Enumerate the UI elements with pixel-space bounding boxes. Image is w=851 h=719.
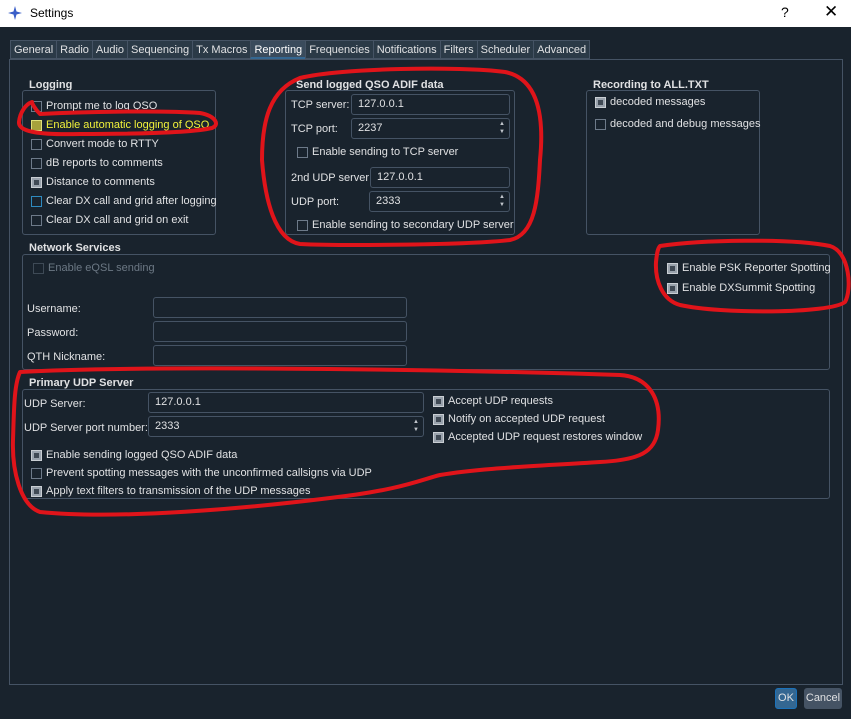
clear-on-exit-checkbox[interactable]: Clear DX call and grid on exit (31, 214, 188, 226)
tab-tx-macros[interactable]: Tx Macros (192, 40, 251, 59)
tab-filters[interactable]: Filters (439, 40, 477, 59)
db-comments-checkbox[interactable]: dB reports to comments (31, 157, 163, 169)
recording-group (586, 90, 760, 235)
tab-sequencing[interactable]: Sequencing (127, 40, 193, 59)
tab-radio[interactable]: Radio (56, 40, 92, 59)
password-label: Password: (27, 327, 79, 339)
primary-udp-title: Primary UDP Server (29, 377, 134, 389)
udp2-server-label: 2nd UDP server (291, 172, 370, 184)
enable-tcp-checkbox[interactable]: Enable sending to TCP server (297, 146, 458, 158)
notify-udp-checkbox[interactable]: Notify on accepted UDP request (433, 413, 605, 425)
tab-reporting[interactable]: Reporting (250, 40, 306, 59)
title-bar: Settings ? ✕ (0, 0, 851, 27)
tcp-port-label: TCP port: (291, 123, 338, 135)
tcp-server-input[interactable]: 127.0.0.1 (351, 94, 510, 115)
app-icon (8, 6, 22, 20)
dxsummit-checkbox[interactable]: Enable DXSummit Spotting (667, 282, 815, 294)
enable-udp2-checkbox[interactable]: Enable sending to secondary UDP server (297, 219, 514, 231)
tab-audio[interactable]: Audio (91, 40, 128, 59)
help-button[interactable]: ? (781, 4, 789, 20)
ok-button[interactable]: OK (775, 688, 797, 709)
prevent-spotting-checkbox[interactable]: Prevent spotting messages with the uncon… (31, 467, 372, 479)
clear-after-log-checkbox[interactable]: Clear DX call and grid after logging (31, 195, 217, 207)
eqsl-checkbox[interactable]: Enable eQSL sending (33, 262, 155, 274)
tab-scheduler[interactable]: Scheduler (476, 40, 534, 59)
tab-notifications[interactable]: Notifications (372, 40, 440, 59)
decoded-debug-checkbox[interactable]: decoded and debug messages (595, 118, 760, 130)
tcp-port-spinner[interactable]: ▲ ▼ (496, 120, 508, 137)
udp-server-port-spinner[interactable]: ▲ ▼ (410, 418, 422, 435)
accept-udp-checkbox[interactable]: Accept UDP requests (433, 395, 553, 407)
prompt-log-checkbox[interactable]: Prompt me to log QSO (31, 100, 157, 112)
auto-log-checkbox[interactable]: Enable automatic logging of QSO (31, 119, 209, 131)
distance-comments-checkbox[interactable]: Distance to comments (31, 176, 155, 188)
username-label: Username: (27, 303, 81, 315)
psk-reporter-checkbox[interactable]: Enable PSK Reporter Spotting (667, 262, 831, 274)
udp-port-spinner[interactable]: ▲ ▼ (496, 193, 508, 210)
udp-server-port-label: UDP Server port number: (24, 422, 148, 434)
enable-adif-udp-checkbox[interactable]: Enable sending logged QSO ADIF data (31, 449, 237, 461)
tab-bar: General Radio Audio Sequencing Tx Macros… (10, 40, 591, 59)
apply-text-filters-checkbox[interactable]: Apply text filters to transmission of th… (31, 485, 311, 497)
window-title: Settings (30, 6, 74, 20)
tcp-port-input[interactable]: 2237 ▲ ▼ (351, 118, 510, 139)
udp-server-port-input[interactable]: 2333 ▲ ▼ (148, 416, 424, 437)
restores-window-checkbox[interactable]: Accepted UDP request restores window (433, 431, 642, 443)
udp-port-input[interactable]: 2333 ▲ ▼ (369, 191, 510, 212)
qth-nickname-input[interactable] (153, 345, 407, 366)
qth-nickname-label: QTH Nickname: (27, 351, 106, 363)
rtty-checkbox[interactable]: Convert mode to RTTY (31, 138, 159, 150)
udp-server-label: UDP Server: (24, 398, 86, 410)
network-title: Network Services (29, 242, 121, 254)
udp-server-input[interactable]: 127.0.0.1 (148, 392, 424, 413)
cancel-button[interactable]: Cancel (804, 688, 842, 709)
tab-general[interactable]: General (10, 40, 57, 59)
password-input[interactable] (153, 321, 407, 342)
tcp-server-label: TCP server: (291, 99, 350, 111)
udp-port-label: UDP port: (291, 196, 340, 208)
udp2-server-input[interactable]: 127.0.0.1 (370, 167, 510, 188)
close-button[interactable]: ✕ (824, 2, 838, 22)
tab-advanced[interactable]: Advanced (533, 40, 591, 59)
tab-frequencies[interactable]: Frequencies (305, 40, 373, 59)
username-input[interactable] (153, 297, 407, 318)
decoded-messages-checkbox[interactable]: decoded messages (595, 96, 705, 108)
primary-udp-group (22, 389, 830, 499)
